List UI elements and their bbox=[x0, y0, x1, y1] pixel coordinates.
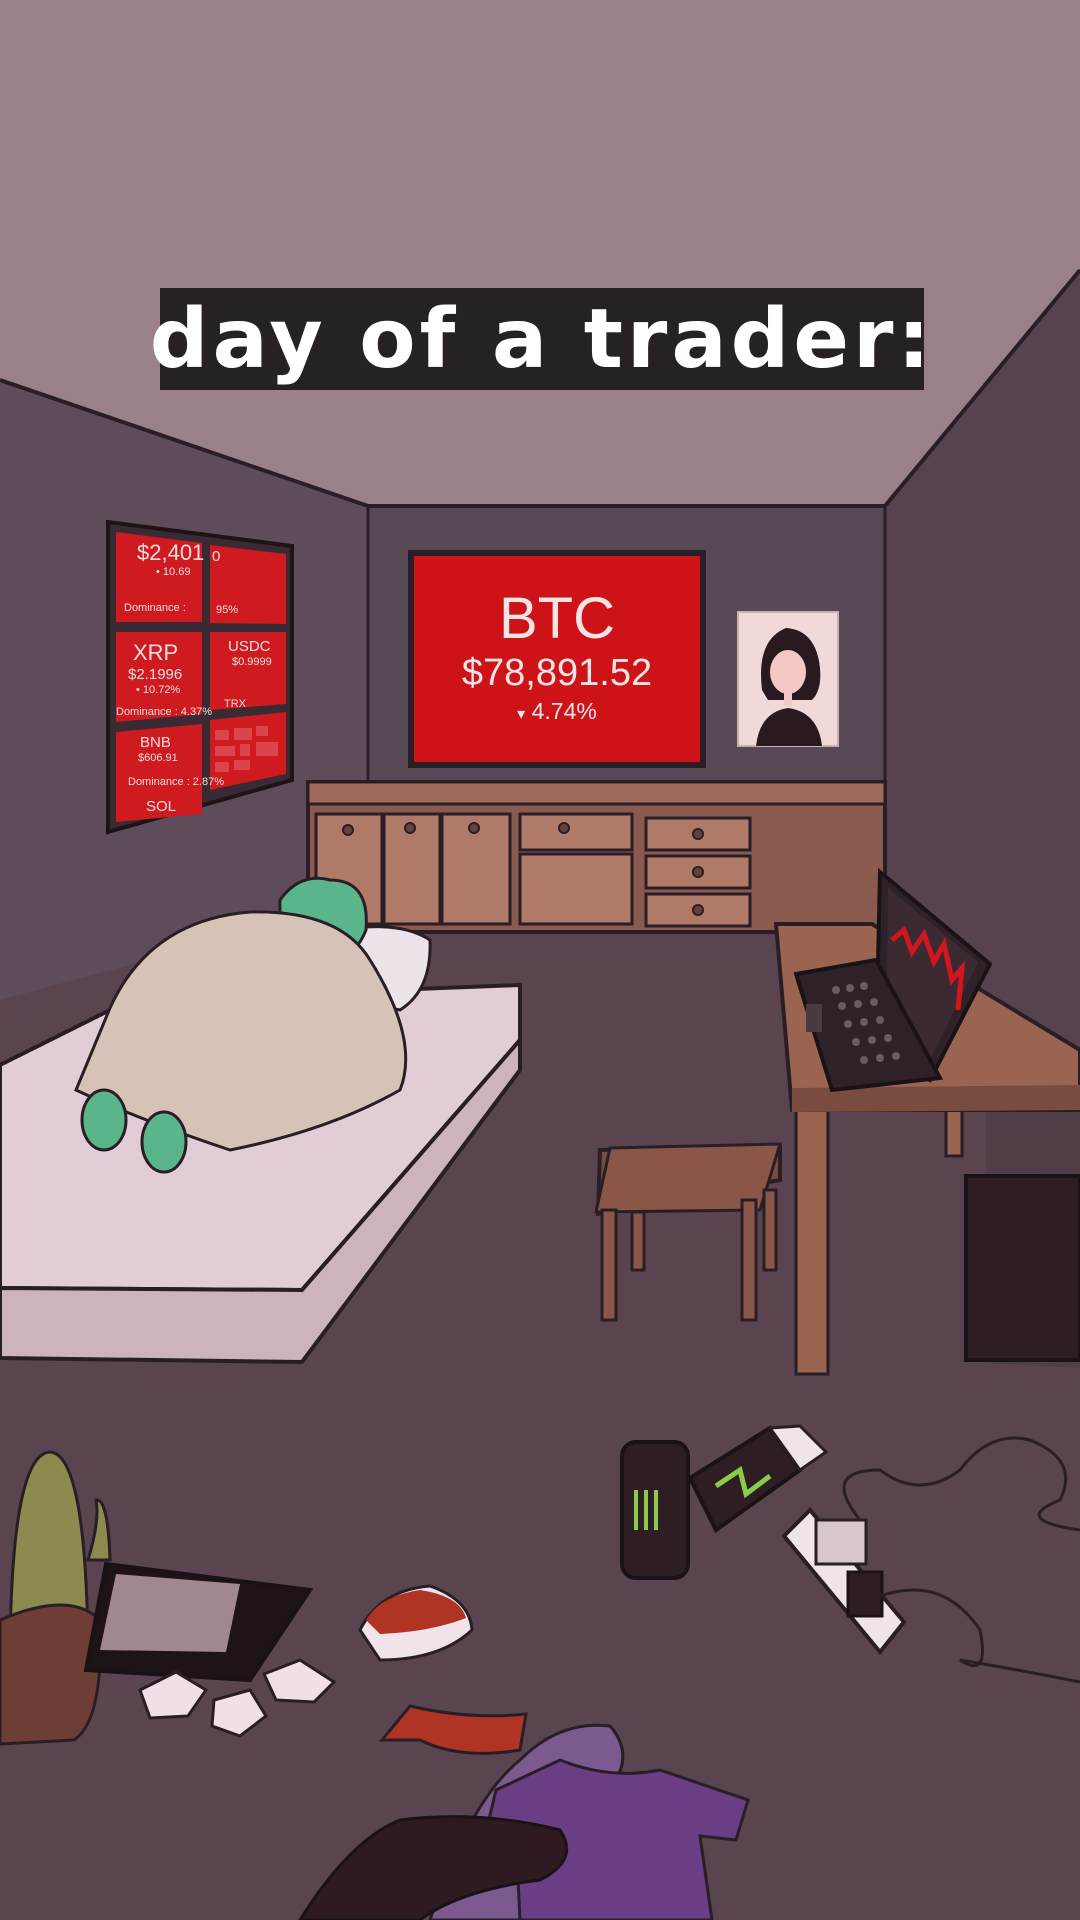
down-arrow-icon: ▾ bbox=[517, 706, 526, 723]
caption-text: day of a trader: bbox=[149, 291, 935, 387]
caption-banner: day of a trader: bbox=[150, 288, 930, 390]
monitor-xrp-change: • 10.72% bbox=[136, 684, 181, 696]
monitor-dominance-label: Dominance : bbox=[124, 602, 186, 614]
monitor-usdc-price: $0.9999 bbox=[232, 656, 272, 668]
monitor-tl-price: $2,401 bbox=[137, 540, 205, 565]
monitor-bnb-price: $606.91 bbox=[138, 752, 178, 764]
ceiling bbox=[0, 0, 1080, 506]
monitor-usdc-name: USDC bbox=[228, 638, 271, 655]
monitor-xrp-dominance: Dominance : 4.37% bbox=[116, 706, 212, 718]
monitor-trx-name: TRX bbox=[224, 698, 246, 710]
tv-change: 4.74% bbox=[531, 698, 597, 724]
monitor-dominance-value: 95% bbox=[216, 604, 239, 616]
poster bbox=[737, 611, 839, 747]
monitor-bnb-dominance: Dominance : 2.87% bbox=[128, 776, 224, 788]
btc-tv-screen: BTC $78,891.52 ▾ 4.74% bbox=[414, 556, 700, 762]
monitor-sol-name: SOL bbox=[146, 798, 177, 815]
monitor-xrp-name: XRP bbox=[133, 640, 179, 665]
tv-symbol: BTC bbox=[499, 586, 615, 651]
cabinet bbox=[306, 780, 887, 934]
tv-change-row: ▾ 4.74% bbox=[517, 695, 597, 731]
trash-bin bbox=[964, 1174, 1080, 1362]
monitor-xrp-price: $2.1996 bbox=[128, 666, 183, 683]
monitor-bnb-name: BNB bbox=[140, 734, 171, 751]
monitor-tl-change: • 10.69 bbox=[156, 566, 191, 578]
tv-price: $78,891.52 bbox=[461, 652, 653, 694]
monitor-tl-extra: 0 bbox=[212, 548, 221, 565]
bedroom-scene: $2,401 0 • 10.69 Dominance : 95% XRP $2.… bbox=[0, 0, 1080, 1920]
